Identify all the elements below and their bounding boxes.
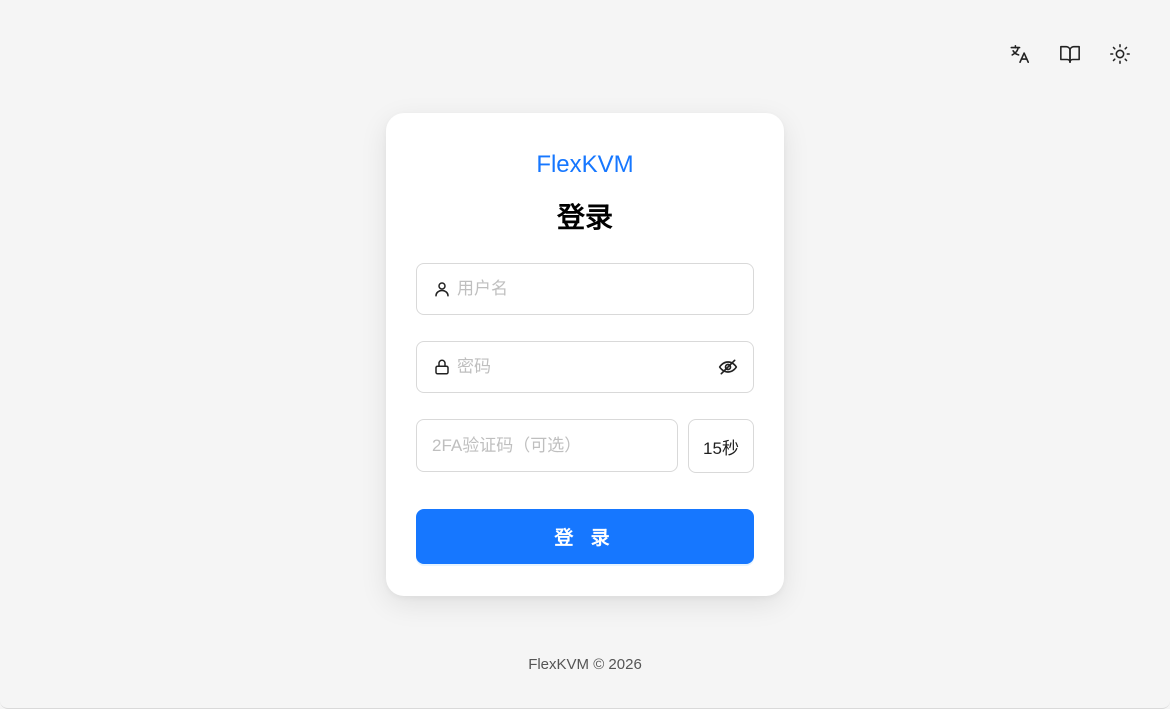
login-page: FlexKVM 登录 用户名 2FA验证码（可选） 15秒 登 录 FlexKV…	[0, 0, 1170, 709]
login-button[interactable]: 登 录	[416, 509, 754, 564]
lock-icon	[433, 358, 451, 376]
password-input[interactable]	[457, 342, 717, 392]
translate-icon	[1010, 44, 1030, 64]
twofa-field	[416, 419, 678, 472]
username-input[interactable]	[457, 264, 753, 314]
password-field	[416, 341, 754, 393]
user-icon	[433, 280, 451, 298]
twofa-input[interactable]	[417, 420, 677, 471]
sun-icon	[1110, 44, 1130, 64]
page-title: 登录	[556, 202, 613, 233]
twofa-timer-button[interactable]: 15秒	[688, 419, 754, 473]
eye-slash-icon	[718, 359, 738, 375]
toggle-password-visibility[interactable]	[717, 356, 739, 378]
theme-toggle-button[interactable]	[1102, 38, 1138, 70]
footer-copyright: FlexKVM © 2026	[528, 656, 642, 673]
brand-name: FlexKVM	[536, 151, 634, 178]
language-button[interactable]	[1002, 38, 1038, 70]
username-field	[416, 263, 754, 315]
book-icon	[1060, 45, 1080, 64]
login-card: FlexKVM 登录 用户名 2FA验证码（可选） 15秒 登 录	[386, 113, 784, 596]
twofa-row: 15秒	[416, 419, 754, 473]
top-toolbar	[1002, 38, 1138, 70]
docs-button[interactable]	[1052, 38, 1088, 70]
